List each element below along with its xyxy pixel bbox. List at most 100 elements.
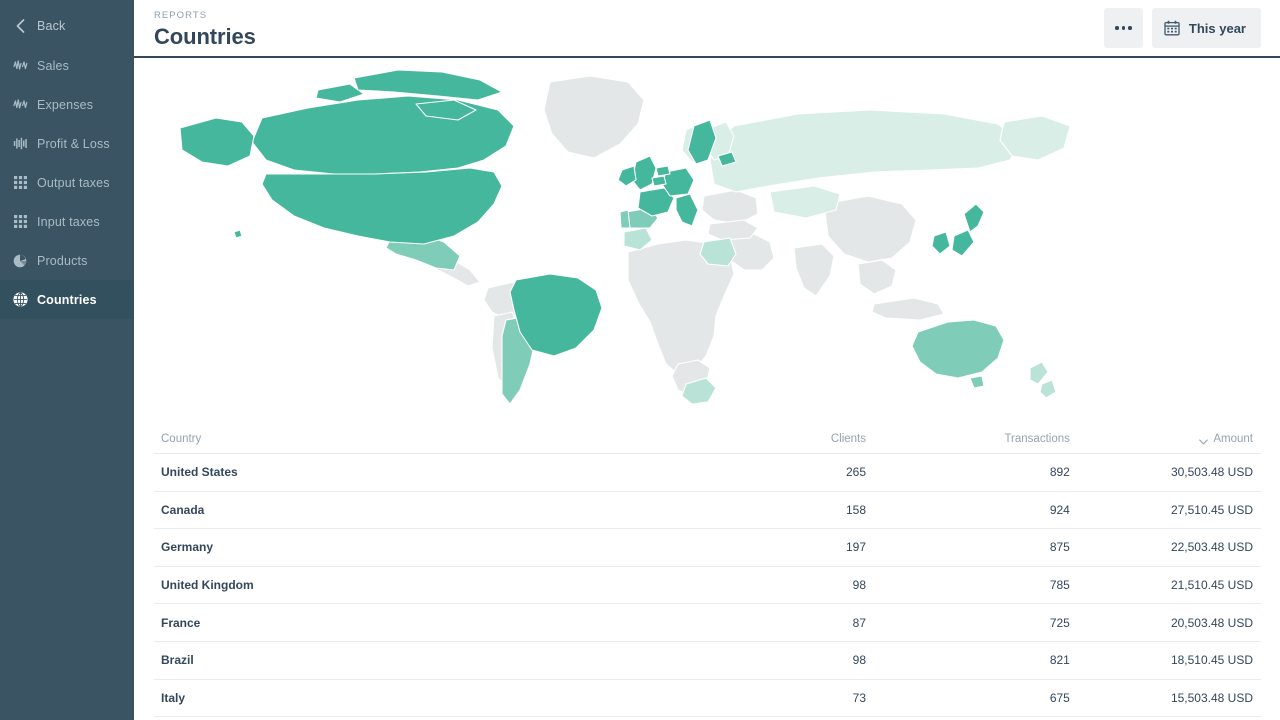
page-header-titles: REPORTS Countries [154,0,256,50]
cell-transactions: 725 [1049,615,1070,630]
map-region-belgium [650,175,667,187]
page-title: Countries [154,24,256,49]
grid-icon [8,175,32,191]
wave-icon [8,97,32,113]
cell-clients: 98 [852,578,866,593]
globe-icon [8,292,32,308]
cell-country: United States [161,465,238,480]
table-row[interactable]: Brazil 98 821 18,510.45 USD [154,642,1261,680]
app-root: Back Sales Expenses Profit & Loss Output… [0,0,1280,720]
cell-transactions: 821 [1049,653,1070,668]
sidebar-item-label: Expenses [37,97,94,112]
table-row[interactable]: United States 265 892 30,503.48 USD [154,454,1261,492]
map-region-united-states [260,167,503,245]
sidebar-item-expenses[interactable]: Expenses [0,85,134,124]
sidebar-item-label: Input taxes [37,214,100,229]
cell-clients: 158 [845,502,866,517]
wave-icon [8,58,32,74]
map-region-tasmania [968,375,985,389]
chevron-down-icon [1199,436,1209,444]
sidebar: Back Sales Expenses Profit & Loss Output… [0,0,134,720]
pie-chart-icon [8,253,32,269]
sidebar-item-label: Profit & Loss [37,136,110,151]
map-region-turkey [706,219,759,241]
cell-country: Canada [161,502,205,517]
sidebar-item-label: Output taxes [37,175,110,190]
breadcrumb: REPORTS [154,10,208,21]
sidebar-item-back[interactable]: Back [0,6,134,46]
more-options-button[interactable] [1103,8,1143,48]
cell-country: France [161,615,201,630]
map-region-united-kingdom [630,155,657,191]
map-region-italy [674,193,699,227]
column-header-amount[interactable]: Amount [1084,433,1261,445]
table-row[interactable]: United Kingdom 98 785 21,510.45 USD [154,567,1261,605]
date-period-label: This year [1188,20,1246,36]
sidebar-item-products[interactable]: Products [0,241,134,280]
ellipsis-icon [1115,26,1132,30]
column-header-amount-label: Amount [1213,432,1253,445]
sidebar-item-label: Products [37,253,88,268]
cell-clients: 197 [845,540,866,555]
world-map-svg [178,69,1071,405]
map-region-alaska [178,117,255,167]
map-region-southeast-asia [856,259,897,295]
cell-amount: 20,503.48 USD [1170,615,1253,630]
world-map-chart[interactable] [134,58,1280,424]
cell-country: United Kingdom [161,578,254,593]
map-region-hawaii [232,229,243,239]
map-region-russia [708,109,1021,193]
cell-transactions: 785 [1049,578,1070,593]
sidebar-item-output-taxes[interactable]: Output taxes [0,163,134,202]
page-header: REPORTS Countries This year [134,0,1280,58]
sidebar-item-countries[interactable]: Countries [0,280,134,319]
cell-transactions: 924 [1049,502,1070,517]
table-row[interactable]: Italy 73 675 15,503.48 USD [154,680,1261,718]
map-region-netherlands [654,165,671,177]
sidebar-item-sales[interactable]: Sales [0,46,134,85]
date-period-button[interactable]: This year [1151,8,1261,48]
cell-transactions: 875 [1049,540,1070,555]
column-header-clients[interactable]: Clients [669,433,868,445]
table-row[interactable]: Germany 197 875 22,503.48 USD [154,529,1261,567]
map-region-greenland [542,75,645,159]
map-region-portugal [618,209,631,229]
cell-transactions: 892 [1049,465,1070,480]
table-body: United States 265 892 30,503.48 USD Canada 15… [154,454,1261,718]
sidebar-item-input-taxes[interactable]: Input taxes [0,202,134,241]
cell-amount: 27,510.45 USD [1170,502,1253,517]
map-region-china [822,195,917,263]
cell-clients: 98 [852,653,866,668]
cell-country: Brazil [161,653,194,668]
sidebar-item-label: Sales [37,58,70,73]
table-row[interactable]: Canada 158 924 27,510.45 USD [154,492,1261,530]
sidebar-item-label: Countries [37,292,97,307]
cell-clients: 87 [852,615,866,630]
cell-amount: 18,510.45 USD [1170,653,1253,668]
column-header-transactions[interactable]: Transactions [868,433,1084,445]
cell-amount: 30,503.48 USD [1170,465,1253,480]
map-region-japan [950,203,985,257]
map-region-russia-east [998,115,1071,161]
grid-icon [8,214,32,230]
bars-icon [8,136,32,152]
cell-transactions: 675 [1049,690,1070,705]
table-header-row: Country Clients Transactions Amount [154,424,1261,454]
calendar-icon [1164,20,1180,36]
column-header-country[interactable]: Country [154,433,669,445]
header-actions: This year [1103,0,1261,48]
map-region-ireland [616,165,637,187]
cell-amount: 21,510.45 USD [1170,578,1253,593]
cell-clients: 265 [845,465,866,480]
table-row[interactable]: France 87 725 20,503.48 USD [154,604,1261,642]
map-region-new-zealand [1028,361,1057,399]
map-region-indonesia [870,297,945,321]
countries-table: Country Clients Transactions Amount Unit… [134,424,1280,718]
map-region-australia [910,319,1005,379]
cell-country: Italy [161,690,186,705]
cell-amount: 22,503.48 USD [1170,540,1253,555]
map-region-south-korea [930,231,951,255]
cell-country: Germany [161,540,214,555]
main-content: REPORTS Countries This year Country Clie… [134,0,1280,720]
sidebar-item-profit-loss[interactable]: Profit & Loss [0,124,134,163]
